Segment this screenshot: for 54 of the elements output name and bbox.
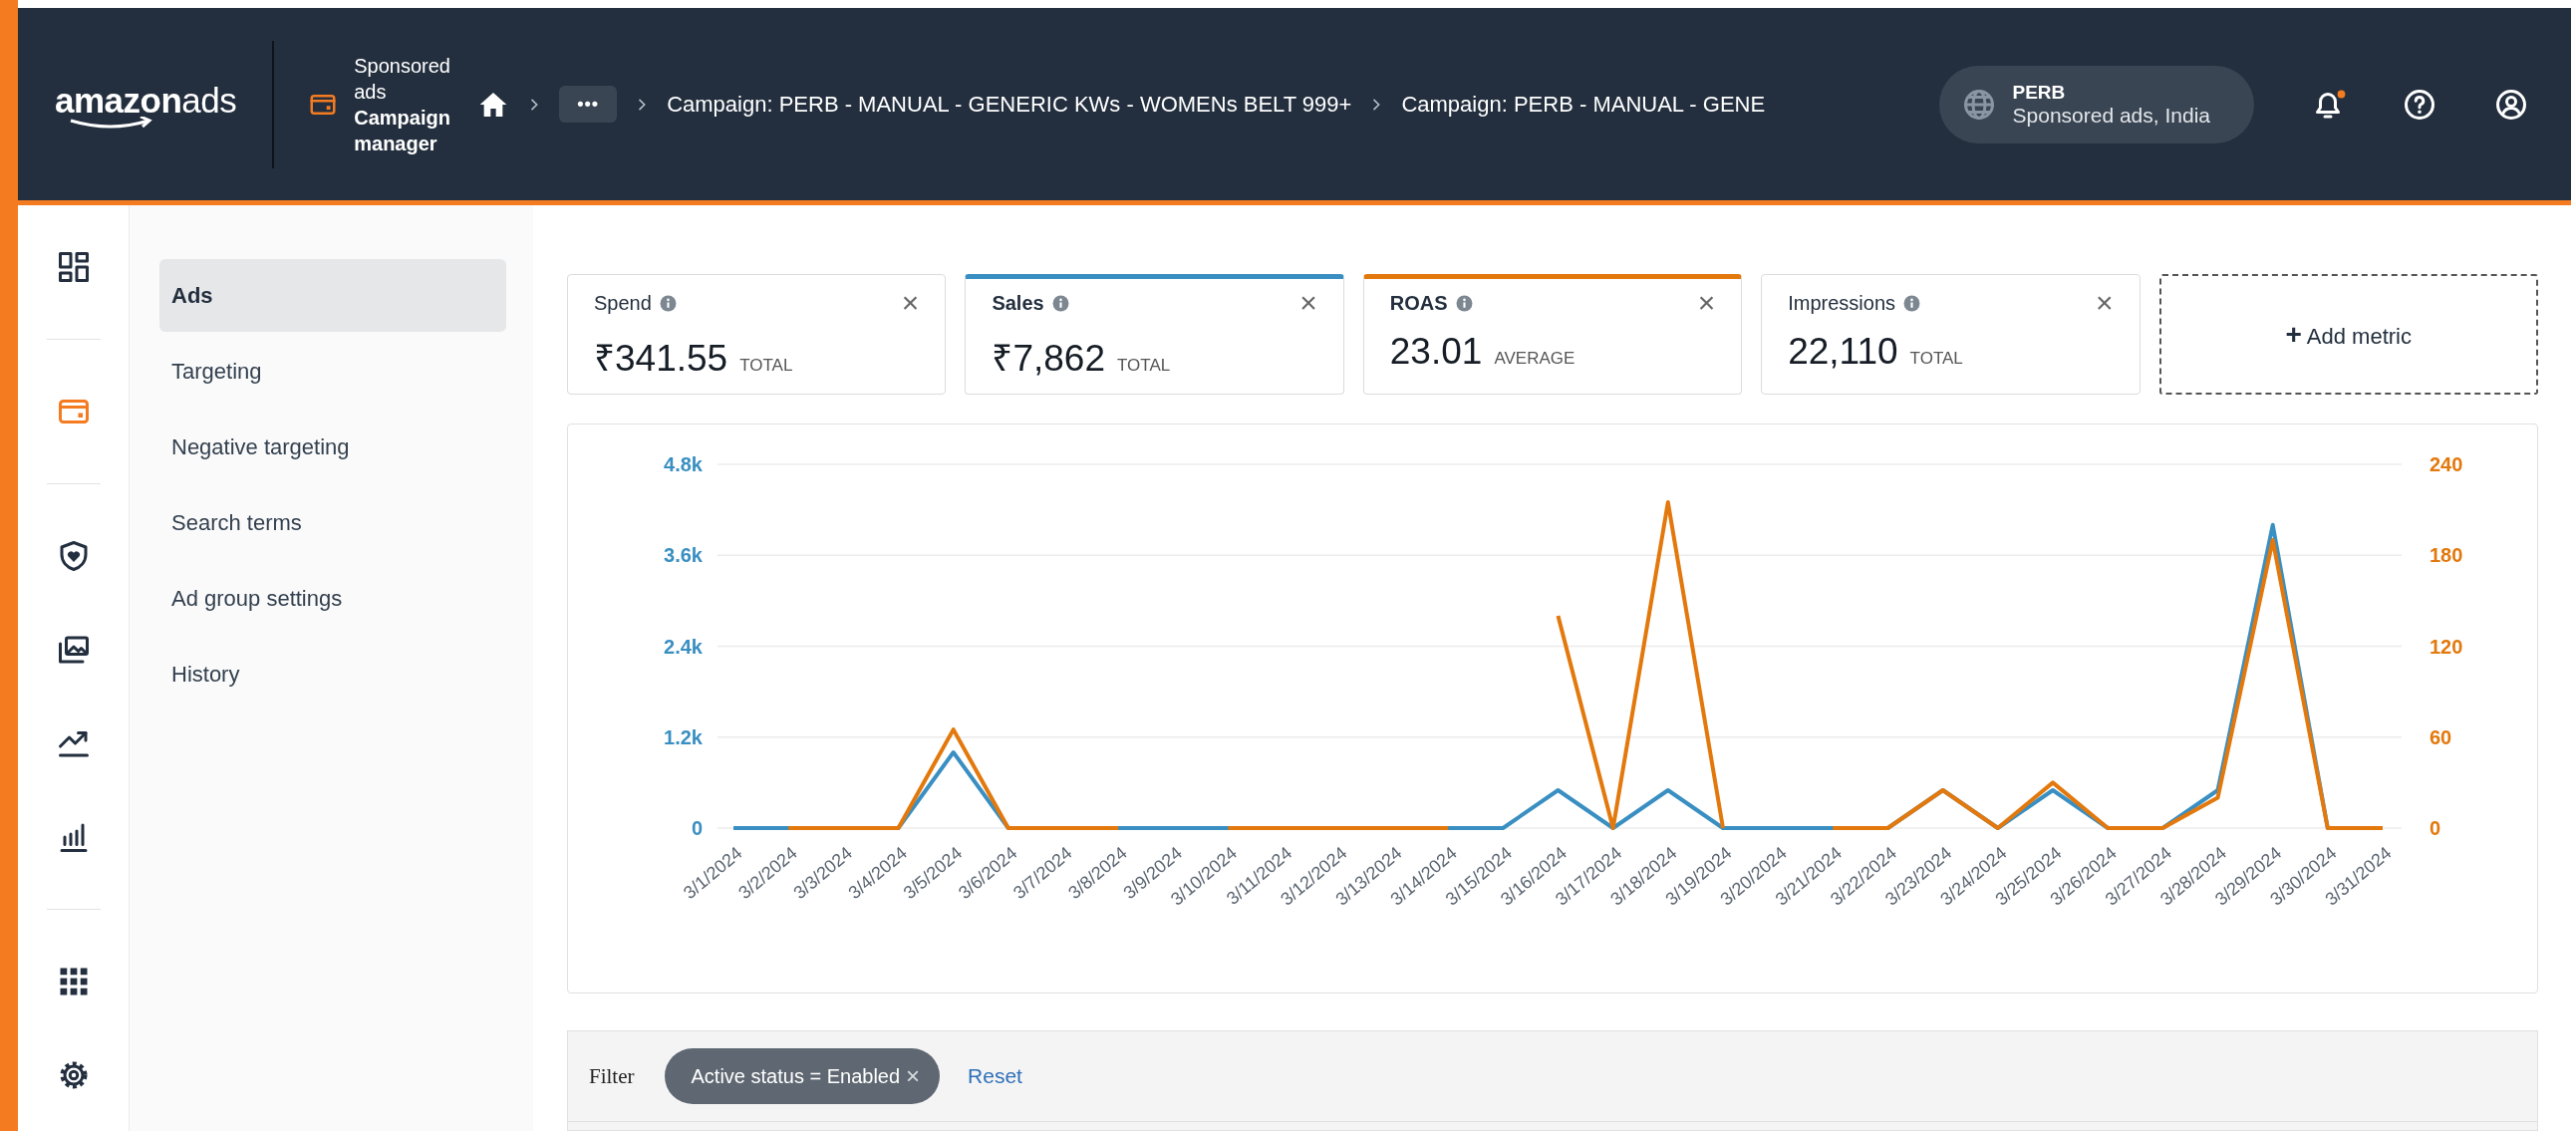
close-button[interactable]: × [1693, 288, 1720, 318]
metric-value: ₹7,862 [992, 337, 1105, 381]
metric-label: ROAS [1389, 291, 1448, 315]
section-name: Campaign manager [354, 105, 451, 156]
close-button[interactable]: × [897, 288, 924, 318]
close-button[interactable]: × [1295, 288, 1321, 318]
metric-value: 22,110 [1788, 331, 1898, 373]
nav-item[interactable]: Negative targeting [159, 411, 506, 483]
reset-link[interactable]: Reset [968, 1064, 1022, 1088]
nav-item[interactable]: Ads [159, 259, 506, 332]
add-metric-button[interactable]: + Add metric [2158, 274, 2538, 395]
axis-label: 0 [691, 817, 703, 839]
metric-unit: TOTAL [739, 356, 793, 376]
close-button[interactable]: × [2092, 288, 2118, 318]
metric-unit: TOTAL [1117, 356, 1171, 376]
metric-label: Sales [992, 291, 1044, 315]
info-icon[interactable] [1903, 294, 1920, 312]
product-name: Sponsored ads [354, 53, 451, 105]
info-icon[interactable] [1455, 294, 1473, 312]
axis-label: 4.8k [664, 453, 703, 475]
filter-label: Filter [589, 1063, 635, 1089]
metric-card[interactable]: Spend × ₹341.55 TOTAL [567, 274, 947, 395]
filter-chip-label: Active status = Enabled [691, 1064, 901, 1088]
metric-card[interactable]: Impressions × 22,110 TOTAL [1761, 274, 2141, 395]
account-selector[interactable]: PERB Sponsored ads, India [1938, 65, 2254, 143]
metric-label: Impressions [1788, 291, 1895, 315]
info-icon[interactable] [659, 294, 677, 312]
axis-label: 3.6k [664, 544, 703, 567]
axis-label: 60 [2430, 725, 2452, 748]
breadcrumb-link[interactable]: Campaign: PERB - MANUAL - GENE [1401, 91, 1766, 118]
nav-item[interactable]: Search terms [159, 486, 506, 559]
axis-label: 0 [2430, 817, 2441, 839]
metric-card[interactable]: ROAS × 23.01 AVERAGE [1362, 274, 1743, 395]
account-name: PERB [2012, 81, 2067, 104]
more-button[interactable]: ••• [559, 86, 618, 123]
axis-label: 1.2k [664, 725, 703, 748]
logo[interactable]: amazonads [55, 80, 237, 129]
breadcrumb-link[interactable]: Campaign: PERB - MANUAL - GENERIC KWs - WOMENs BELT 999+ [667, 91, 1352, 118]
axis-label: 240 [2430, 453, 2463, 475]
remove-button[interactable]: × [900, 1062, 921, 1090]
axis-label: 180 [2430, 544, 2463, 567]
metric-unit: AVERAGE [1494, 349, 1575, 369]
metric-value: 23.01 [1389, 331, 1483, 373]
nav-item[interactable]: Ad group settings [159, 562, 506, 635]
axis-label: 120 [2430, 635, 2463, 658]
nav-item[interactable]: Targeting [159, 335, 506, 408]
nav-item[interactable]: History [159, 638, 506, 710]
metric-card[interactable]: Sales × ₹7,862 TOTAL [965, 274, 1344, 395]
metric-value: ₹341.55 [594, 337, 728, 381]
info-icon[interactable] [1051, 294, 1069, 312]
account-detail: Sponsored ads, India [2012, 103, 2210, 128]
metric-label: Spend [594, 291, 652, 315]
axis-label: 2.4k [664, 635, 703, 658]
metric-unit: TOTAL [1909, 349, 1963, 369]
